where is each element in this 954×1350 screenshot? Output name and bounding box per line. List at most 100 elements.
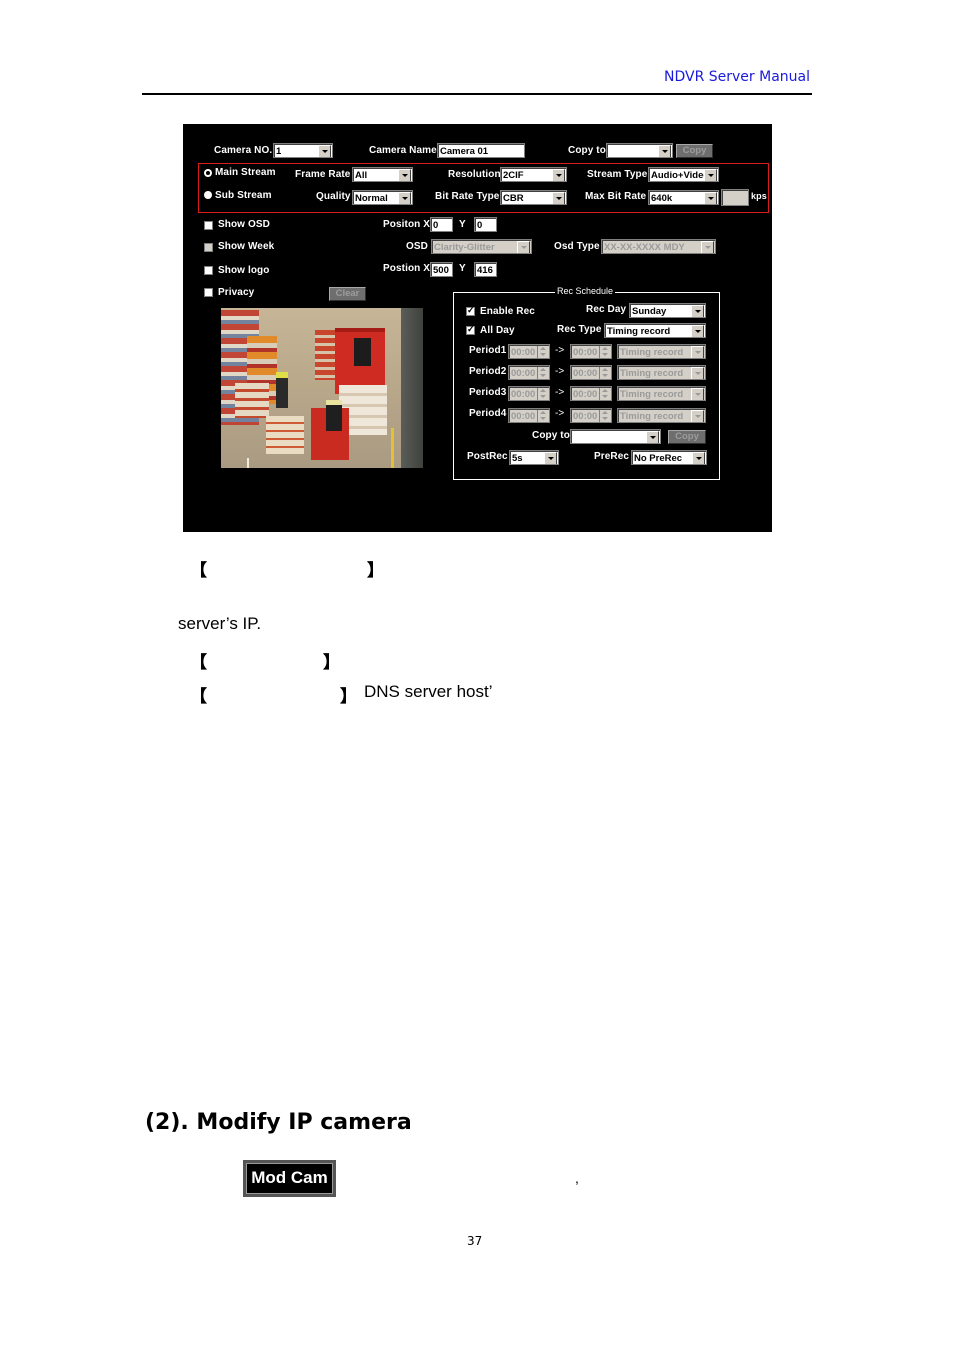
rec-day-select[interactable]: Sunday — [629, 303, 706, 318]
time-value: 00:00 — [573, 368, 598, 379]
resolution-label: Resolution — [448, 169, 501, 180]
period-type-select[interactable]: Timing record — [617, 408, 706, 423]
spinner-icon[interactable] — [537, 410, 548, 422]
copy-to-select[interactable] — [606, 143, 673, 158]
chevron-down-icon — [318, 145, 331, 157]
spinner-icon[interactable] — [599, 410, 610, 422]
mod-cam-button[interactable]: Mod Cam — [243, 1160, 336, 1197]
max-bit-rate-value: 640k — [651, 193, 673, 204]
stream-type-select[interactable]: Audio+Video — [648, 167, 719, 182]
period-type-select[interactable]: Timing record — [617, 386, 706, 401]
rec-type-select[interactable]: Timing record — [604, 323, 706, 338]
osd-position-x-input[interactable]: 0 — [430, 217, 453, 232]
time-value: 00:00 — [573, 389, 598, 400]
chevron-down-icon — [704, 169, 717, 181]
all-day-checkbox[interactable] — [466, 324, 475, 335]
header-divider — [142, 93, 812, 95]
osd-type-select[interactable]: XX-XX-XXXX MDY — [601, 239, 716, 254]
chevron-down-icon — [704, 192, 717, 204]
mod-cam-label: Mod Cam — [246, 1163, 333, 1194]
osd-font-label: OSD — [406, 241, 428, 252]
chevron-down-icon — [691, 388, 704, 400]
chevron-down-icon — [646, 431, 659, 443]
spinner-icon[interactable] — [537, 367, 548, 379]
period-label: Period2 — [469, 366, 507, 377]
frame-rate-select[interactable]: All — [352, 167, 413, 182]
arrow-label: -> — [555, 387, 565, 398]
chevron-down-icon — [691, 367, 704, 379]
spinner-icon[interactable] — [599, 346, 610, 358]
clear-button[interactable]: Clear — [329, 287, 366, 301]
quality-select[interactable]: Normal — [352, 190, 413, 205]
enable-rec-label: Enable Rec — [480, 306, 535, 317]
show-logo-label: Show logo — [218, 265, 270, 276]
time-value: 00:00 — [573, 347, 598, 358]
max-bit-rate-select[interactable]: 640k — [648, 190, 719, 205]
osd-position-y-input[interactable]: 0 — [474, 217, 497, 232]
chevron-down-icon — [692, 452, 705, 464]
osd-font-select[interactable]: Clarity-Glitter — [431, 239, 532, 254]
copy-button[interactable]: Copy — [676, 144, 713, 158]
bracket-open-3: 【 — [190, 687, 207, 706]
osd-type-label: Osd Type — [554, 241, 600, 252]
osd-font-value: Clarity-Glitter — [434, 242, 495, 253]
camera-settings-dialog: Camera NO. 1 Camera Name Camera 01 Copy … — [183, 124, 772, 532]
privacy-label: Privacy — [218, 287, 255, 298]
comma-text: , — [575, 1170, 579, 1186]
period-end-time[interactable]: 00:00 — [570, 365, 612, 380]
enable-rec-checkbox[interactable] — [466, 305, 475, 316]
period-end-time[interactable]: 00:00 — [570, 386, 612, 401]
custom-bit-rate-input[interactable] — [721, 189, 749, 206]
postrec-select[interactable]: 5s — [509, 450, 559, 465]
period-start-time[interactable]: 00:00 — [508, 386, 550, 401]
spinner-icon[interactable] — [599, 367, 610, 379]
camera-no-label: Camera NO. — [214, 145, 273, 156]
show-week-label: Show Week — [218, 241, 275, 252]
logo-position-x-input[interactable]: 500 — [430, 262, 453, 277]
camera-name-input[interactable]: Camera 01 — [437, 143, 525, 158]
period-start-time[interactable]: 00:00 — [508, 365, 550, 380]
privacy-checkbox[interactable] — [204, 288, 213, 297]
camera-no-select[interactable]: 1 — [273, 143, 333, 158]
prerec-label: PreRec — [594, 451, 630, 462]
period-start-time[interactable]: 00:00 — [508, 344, 550, 359]
logo-position-y-input[interactable]: 416 — [474, 262, 497, 277]
show-logo-checkbox[interactable] — [204, 266, 213, 275]
chevron-down-icon — [691, 325, 704, 337]
spinner-icon[interactable] — [537, 388, 548, 400]
resolution-select[interactable]: 2CIF — [500, 167, 567, 182]
camera-name-label: Camera Name — [369, 145, 437, 156]
period-type-select[interactable]: Timing record — [617, 365, 706, 380]
bit-rate-type-select[interactable]: CBR — [500, 190, 567, 205]
show-week-checkbox[interactable] — [204, 243, 213, 252]
logo-position-x-label: Postion X — [383, 263, 431, 274]
max-bit-rate-label: Max Bit Rate — [585, 191, 647, 202]
osd-type-value: XX-XX-XXXX MDY — [604, 242, 685, 253]
chevron-down-icon — [517, 241, 530, 253]
period-start-time[interactable]: 00:00 — [508, 408, 550, 423]
sub-stream-label: Sub Stream — [215, 190, 272, 201]
spinner-icon[interactable] — [599, 388, 610, 400]
osd-y-label: Y — [459, 219, 466, 230]
bit-rate-type-value: CBR — [503, 193, 524, 204]
bracket-close-2: 】 — [323, 653, 340, 672]
schedule-copy-to-select[interactable] — [570, 429, 661, 444]
period-end-time[interactable]: 00:00 — [570, 344, 612, 359]
time-value: 00:00 — [511, 347, 536, 358]
period-type-select[interactable]: Timing record — [617, 344, 706, 359]
period-label: Period4 — [469, 408, 507, 419]
bracket-open-2: 【 — [190, 653, 207, 672]
sub-stream-radio[interactable] — [204, 191, 212, 199]
show-osd-checkbox[interactable] — [204, 221, 213, 230]
schedule-copy-button[interactable]: Copy — [668, 430, 706, 444]
main-stream-radio[interactable] — [204, 169, 212, 177]
spinner-icon[interactable] — [537, 346, 548, 358]
postrec-value: 5s — [512, 453, 523, 464]
prerec-select[interactable]: No PreRec — [631, 450, 707, 465]
server-ip-text: server’s IP. — [178, 614, 262, 633]
period-type-value: Timing record — [620, 368, 684, 379]
period-end-time[interactable]: 00:00 — [570, 408, 612, 423]
quality-label: Quality — [316, 191, 351, 202]
chevron-down-icon — [658, 145, 671, 157]
page-number: 37 — [467, 1234, 483, 1248]
